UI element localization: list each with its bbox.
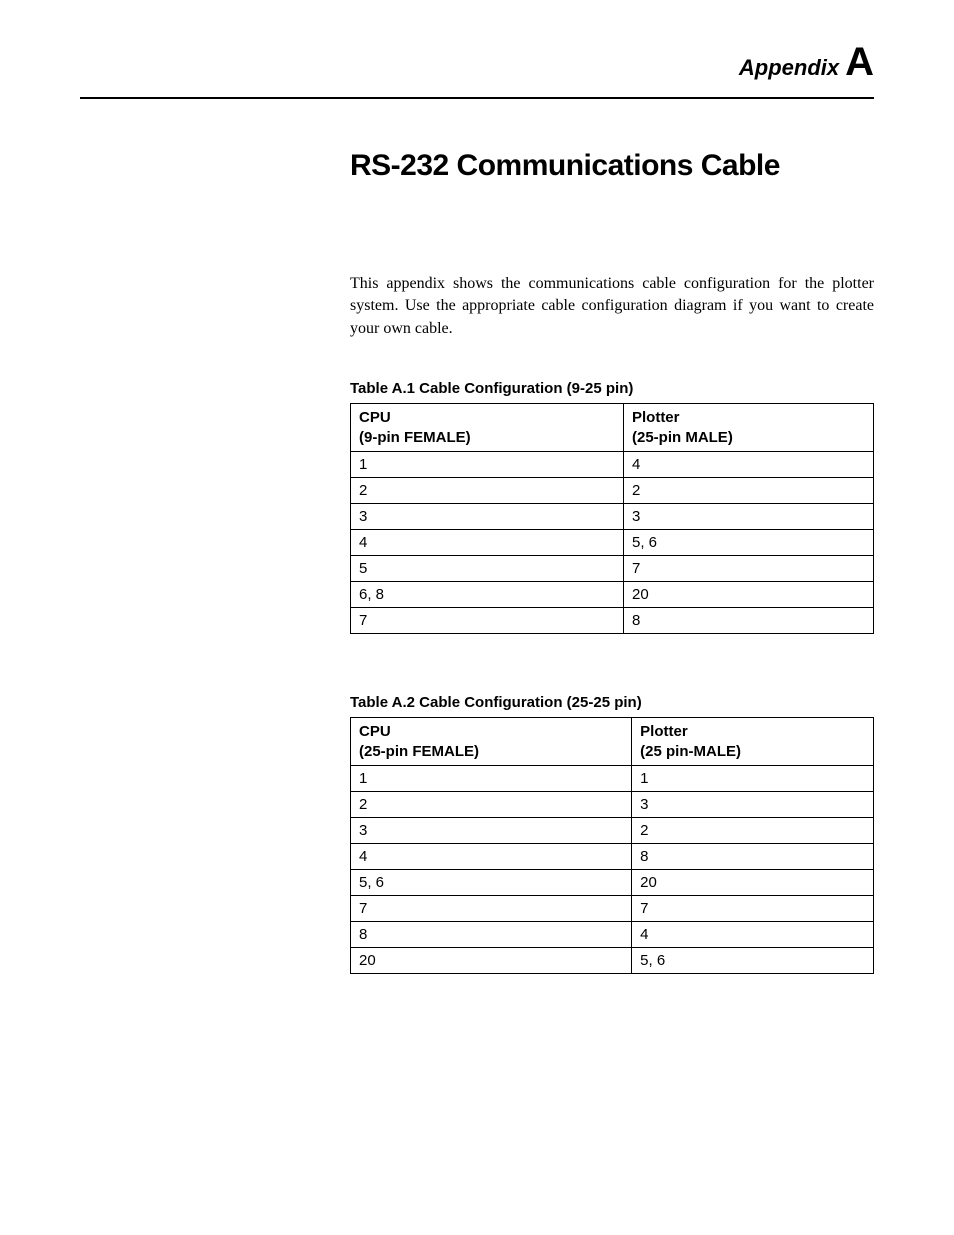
table-row: 84 [351,922,874,948]
table-cell: 4 [623,452,873,478]
table-cell: 20 [623,582,873,608]
table-row: 5, 620 [351,870,874,896]
table-cell: 6, 8 [351,582,624,608]
table-cell: 7 [351,608,624,634]
table-cell: 5, 6 [632,948,874,974]
table2-header-col1: CPU (25-pin FEMALE) [351,718,632,766]
page-title: RS-232 Communications Cable [350,149,874,183]
table-cell: 4 [351,844,632,870]
table-cell: 3 [632,792,874,818]
table-row: 48 [351,844,874,870]
table2-header-col1-line1: CPU [359,722,623,742]
table-cell: 3 [623,504,873,530]
table2: CPU (25-pin FEMALE) Plotter (25 pin-MALE… [350,717,874,974]
table-cell: 7 [632,896,874,922]
table-row: 78 [351,608,874,634]
table-cell: 1 [351,766,632,792]
table-row: 23 [351,792,874,818]
table-row: 14 [351,452,874,478]
table2-header-col1-line2: (25-pin FEMALE) [359,742,623,762]
table-cell: 1 [632,766,874,792]
table-cell: 7 [351,896,632,922]
table-row: 11 [351,766,874,792]
table2-body: 11 23 32 48 5, 620 77 84 205, 6 [351,766,874,974]
table-cell: 20 [632,870,874,896]
table-row: 77 [351,896,874,922]
table2-header-col2: Plotter (25 pin-MALE) [632,718,874,766]
table1-header-col2: Plotter (25-pin MALE) [623,404,873,452]
table-cell: 2 [623,478,873,504]
intro-paragraph: This appendix shows the communications c… [350,273,874,340]
table-row: 205, 6 [351,948,874,974]
table-cell: 3 [351,818,632,844]
appendix-label: Appendix [739,55,839,80]
table-cell: 5 [351,556,624,582]
appendix-letter: A [845,40,874,84]
table-row: 57 [351,556,874,582]
table-cell: 4 [632,922,874,948]
table-cell: 8 [623,608,873,634]
table-cell: 3 [351,504,624,530]
table-row: 6, 820 [351,582,874,608]
table1-header-col1-line1: CPU [359,408,615,428]
table-cell: 8 [351,922,632,948]
table2-caption: Table A.2 Cable Configuration (25-25 pin… [350,694,874,711]
table-cell: 1 [351,452,624,478]
table1: CPU (9-pin FEMALE) Plotter (25-pin MALE)… [350,403,874,634]
page-header: AppendixA [80,40,874,99]
table-cell: 2 [351,792,632,818]
table-row: 22 [351,478,874,504]
table1-caption: Table A.1 Cable Configuration (9-25 pin) [350,380,874,397]
table-cell: 7 [623,556,873,582]
table1-header-row: CPU (9-pin FEMALE) Plotter (25-pin MALE) [351,404,874,452]
main-content: RS-232 Communications Cable This appendi… [350,149,874,974]
table-cell: 5, 6 [351,870,632,896]
table-cell: 4 [351,530,624,556]
table1-header-col2-line1: Plotter [632,408,865,428]
table-cell: 8 [632,844,874,870]
table-cell: 2 [351,478,624,504]
table1-body: 14 22 33 45, 6 57 6, 820 78 [351,452,874,634]
table-cell: 20 [351,948,632,974]
table2-header-col2-line2: (25 pin-MALE) [640,742,865,762]
table-row: 32 [351,818,874,844]
table1-header-col1-line2: (9-pin FEMALE) [359,428,615,448]
table2-header-row: CPU (25-pin FEMALE) Plotter (25 pin-MALE… [351,718,874,766]
table-row: 45, 6 [351,530,874,556]
table-row: 33 [351,504,874,530]
table-cell: 5, 6 [623,530,873,556]
table-cell: 2 [632,818,874,844]
table1-header-col1: CPU (9-pin FEMALE) [351,404,624,452]
table1-header-col2-line2: (25-pin MALE) [632,428,865,448]
table2-header-col2-line1: Plotter [640,722,865,742]
